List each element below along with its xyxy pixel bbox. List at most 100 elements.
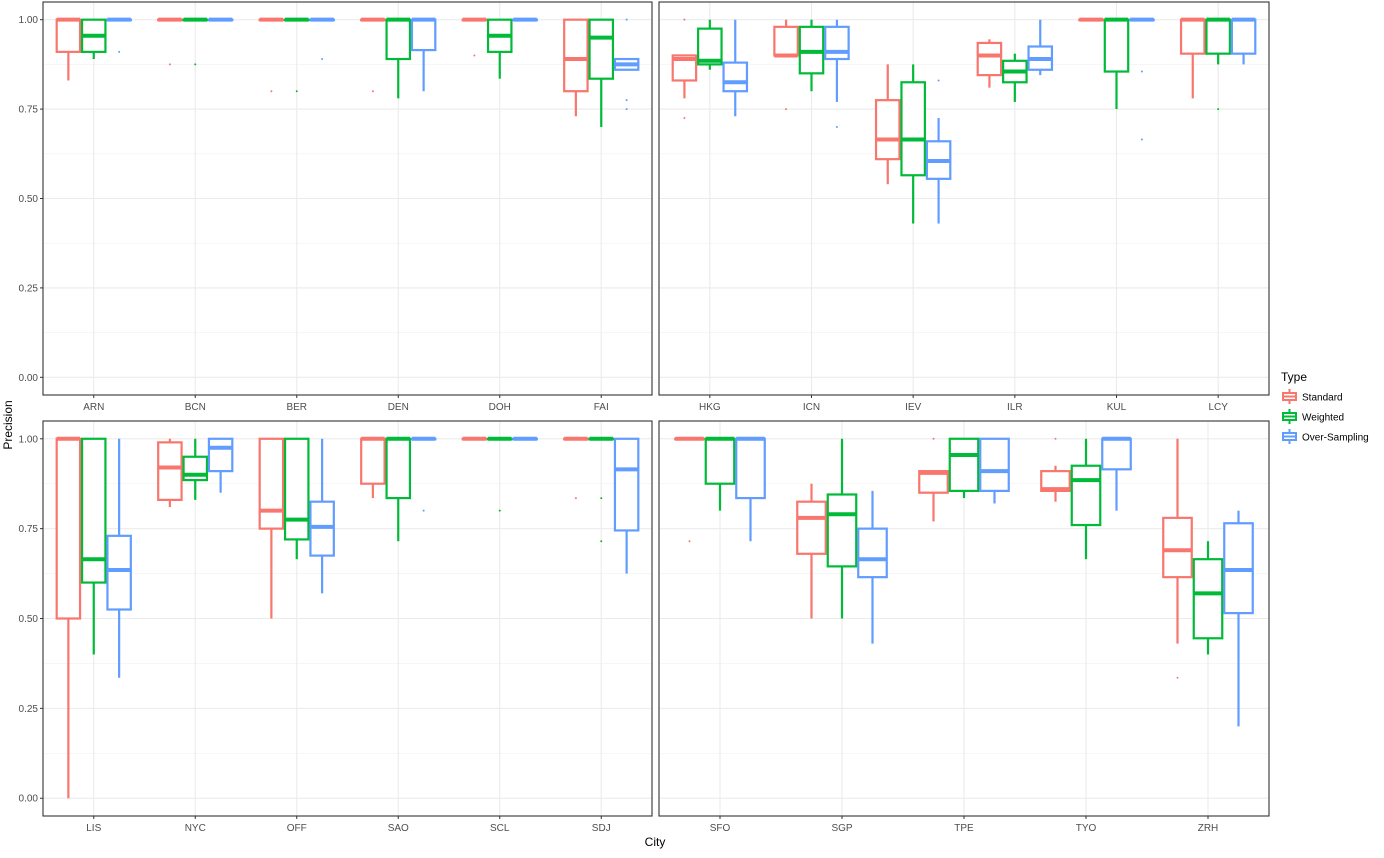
outlier-point: [625, 99, 628, 102]
x-tick-label: ZRH: [1198, 823, 1219, 834]
box-body: [857, 527, 888, 579]
x-tick-label: TYO: [1076, 823, 1097, 834]
outlier-point: [625, 18, 628, 21]
box-body: [385, 437, 412, 500]
y-tick-label: 0.50: [19, 194, 39, 205]
panels-layer: 0.00 0.25 0.50 0.75 1.00 ARN BCN BER DEN DOH FAI HK…: [19, 1, 1270, 834]
outlier-point: [932, 437, 935, 440]
outlier-point: [1176, 676, 1179, 679]
box-body: [588, 18, 615, 80]
box-bcn-over-sampling: [207, 17, 234, 22]
panel-3: 0.00 0.25 0.50 0.75 1.00 LIS NYC OFF SAO SCL SDJ: [19, 420, 653, 834]
box-body: [55, 18, 82, 53]
outlier-point: [498, 509, 501, 512]
x-tick-label: SDJ: [592, 823, 611, 834]
x-tick-label: ILR: [1007, 402, 1023, 413]
outlier-point: [118, 50, 121, 53]
x-tick-label: SGP: [831, 823, 852, 834]
box-body: [1192, 558, 1224, 640]
box-body: [773, 25, 799, 57]
outlier-point: [683, 18, 686, 21]
box-body: [1179, 18, 1206, 55]
box-body: [735, 437, 766, 500]
box-kul-standard: [1078, 17, 1104, 22]
box-body: [1103, 18, 1130, 73]
box-body: [1162, 516, 1193, 579]
outlier-point: [422, 509, 425, 512]
box-body: [360, 437, 386, 485]
box-body: [410, 18, 437, 52]
box-zrh-weighted: [1192, 541, 1224, 655]
outlier-point: [835, 125, 838, 128]
box-body: [106, 534, 132, 611]
outlier-point: [473, 54, 476, 57]
box-body: [796, 500, 827, 555]
outlier-point: [1217, 108, 1220, 111]
box-body: [157, 441, 183, 501]
x-tick-label: SAO: [388, 823, 409, 834]
box-body: [207, 437, 234, 473]
legend-key-standard: Standard: [1281, 388, 1343, 405]
box-body: [826, 493, 858, 568]
box-scl-standard: [461, 436, 488, 441]
y-tick-label: 1.00: [19, 434, 39, 445]
x-tick-label: BER: [286, 402, 307, 413]
legend-key-weighted: Weighted: [1281, 408, 1344, 425]
x-tick-label: LIS: [86, 823, 101, 834]
outlier-point: [1054, 437, 1057, 440]
box-body: [1205, 18, 1231, 55]
y-tick-label: 0.50: [19, 614, 39, 625]
box-body: [1230, 18, 1257, 55]
box-body: [1101, 437, 1132, 471]
y-tick-label: 0.25: [19, 704, 39, 715]
x-tick-label: OFF: [287, 823, 307, 834]
legend-key-over-sampling: Over-Sampling: [1281, 428, 1369, 445]
box-body: [1070, 464, 1102, 527]
y-tick-label: 0.00: [19, 373, 39, 384]
box-body: [283, 437, 310, 541]
chart-svg: 0.00 0.25 0.50 0.75 1.00 ARN BCN BER DEN DOH FAI HK…: [1, 1, 1369, 849]
outlier-point: [321, 58, 324, 61]
legend-label: Over-Sampling: [1302, 433, 1369, 444]
x-tick-label: IEV: [905, 402, 921, 413]
box-body: [722, 61, 749, 93]
box-body: [385, 18, 412, 61]
legend-label: Weighted: [1302, 413, 1344, 424]
x-tick-label: ARN: [83, 402, 104, 413]
legend: Type Standard Weighted Over-Sampling: [1281, 370, 1369, 445]
box-body: [55, 437, 82, 620]
legend-label: Standard: [1302, 393, 1343, 404]
outlier-point: [371, 90, 374, 93]
box-scl-over-sampling: [512, 436, 538, 441]
x-tick-label: DOH: [489, 402, 511, 413]
y-tick-label: 1.00: [19, 15, 39, 26]
outlier-point: [683, 117, 686, 120]
box-body: [948, 437, 980, 492]
legend-title: Type: [1281, 370, 1307, 384]
panel-2: HKG ICN IEV ILR KUL LCY: [658, 1, 1270, 413]
box-body: [824, 25, 850, 61]
x-tick-label: ICN: [803, 402, 820, 413]
box-body: [258, 437, 285, 530]
x-tick-label: KUL: [1107, 402, 1127, 413]
x-axis-title: City: [645, 835, 666, 849]
x-tick-label: BCN: [185, 402, 206, 413]
box-tpe-weighted: [948, 437, 980, 499]
outlier-point: [194, 63, 197, 66]
panel-1: 0.00 0.25 0.50 0.75 1.00 ARN BCN BER DEN DOH FAI: [19, 1, 653, 413]
y-tick-label: 0.25: [19, 283, 39, 294]
outlier-point: [600, 497, 603, 500]
outlier-point: [625, 108, 628, 111]
x-tick-label: LCY: [1208, 402, 1228, 413]
outlier-point: [168, 63, 171, 66]
x-tick-label: HKG: [699, 402, 721, 413]
outlier-point: [295, 90, 298, 93]
precision-boxplot-chart: 0.00 0.25 0.50 0.75 1.00 ARN BCN BER DEN DOH FAI HK…: [0, 0, 1384, 853]
x-tick-label: DEN: [388, 402, 409, 413]
y-axis-title: Precision: [1, 400, 15, 449]
outlier-point: [1140, 70, 1143, 73]
outlier-point: [270, 90, 273, 93]
x-tick-label: NYC: [185, 823, 206, 834]
outlier-point: [1140, 138, 1143, 141]
outlier-point: [785, 108, 788, 111]
